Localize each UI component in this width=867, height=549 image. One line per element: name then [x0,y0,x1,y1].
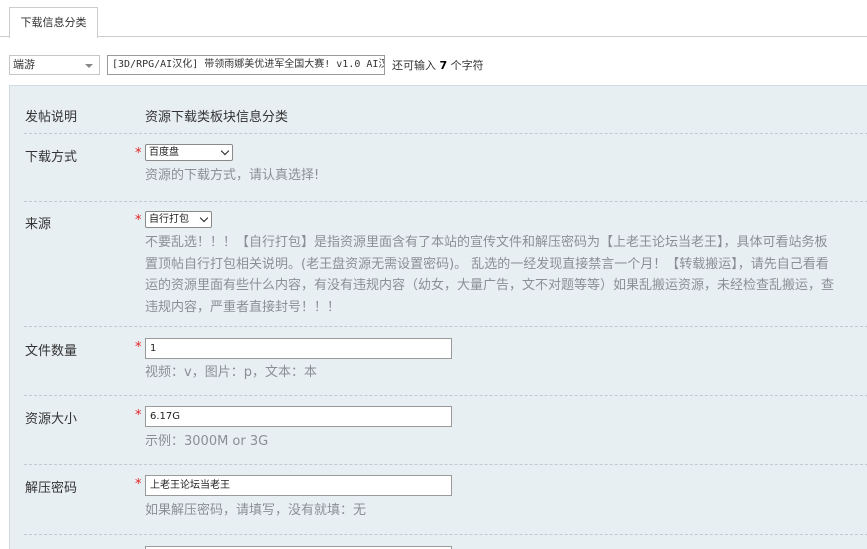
form-row-source: 来源 * 自行打包 不要乱选！！！【自行打包】是指资源里面含有了本站的宣传文件和… [24,202,867,327]
tab-bar: 下载信息分类 [0,0,867,38]
resource-size-hint: 示例：3000M or 3G [145,434,269,449]
source-select[interactable]: 自行打包 [145,211,212,228]
download-method-select[interactable]: 百度盘 [145,144,233,161]
required-mark: * [135,146,142,161]
char-count-number: 7 [439,59,448,72]
source-hint-line: 运的资源里面有些什么内容，有没有违规内容（幼女，大量广告，文不对题等等）如果乱搬… [145,278,835,293]
unzip-password-label: 解压密码 [25,481,78,496]
file-count-input[interactable]: 1 [145,338,452,359]
resource-size-input[interactable]: 6.17G [145,406,452,427]
unzip-password-input[interactable]: 上老王论坛当老王 [145,475,452,496]
source-hint-line: 不要乱选！！！【自行打包】是指资源里面含有了本站的宣传文件和解压密码为【上老王论… [145,235,828,250]
thread-title-input[interactable]: [3D/RPG/AI汉化] 带领雨娜美优进军全国大赛! v1.0 AI汉 [107,55,385,75]
intro-text: 资源下载类板块信息分类 [145,110,289,125]
form-row-file-count: 文件数量 * 1 视频：v，图片：p，文本：本 [24,327,867,396]
source-hint-line: 置顶帖自行打包相关说明。(老王盘资源无需设置密码)。 乱选的一经发现直接禁言一个… [145,256,829,272]
download-method-label: 下载方式 [25,150,78,165]
form-row-download-method: 下载方式 * 百度盘 资源的下载方式，请认真选择! [24,134,867,202]
form-row-unzip-password: 解压密码 * 上老王论坛当老王 如果解压密码，请填写，没有就填：无 [24,465,867,535]
file-count-hint: 视频：v，图片：p，文本：本 [145,365,317,380]
required-mark: * [135,213,142,228]
char-count-hint: 还可输入 7 个字符 [392,57,484,73]
char-count-prefix: 还可输入 [392,59,436,72]
form-row-intro: 发帖说明 资源下载类板块信息分类 [24,86,867,134]
download-method-hint: 资源的下载方式，请认真选择! [145,168,320,183]
required-mark: * [135,340,142,355]
chevron-down-icon [85,64,93,68]
tab-download-info[interactable]: 下载信息分类 [9,7,98,38]
required-mark: * [135,408,142,423]
resource-size-label: 资源大小 [25,412,78,427]
source-value: 自行打包 [149,214,189,225]
info-form-panel: 发帖说明 资源下载类板块信息分类 下载方式 * 百度盘 资源的下载方式，请认真选… [9,85,867,549]
char-count-suffix: 个字符 [450,59,484,72]
file-count-label: 文件数量 [25,344,78,359]
thread-type-select[interactable]: 端游 [9,55,100,75]
download-method-value: 百度盘 [149,147,179,158]
required-mark: * [135,477,142,492]
intro-label: 发帖说明 [25,110,78,125]
unzip-password-hint: 如果解压密码，请填写，没有就填：无 [145,503,367,518]
thread-type-value: 端游 [13,58,35,71]
chevron-down-icon [220,146,230,156]
source-label: 来源 [25,217,52,232]
title-row: 端游 [3D/RPG/AI汉化] 带领雨娜美优进军全国大赛! v1.0 AI汉 … [0,53,867,77]
chevron-down-icon [199,213,209,223]
form-row-resource-size: 资源大小 * 6.17G 示例：3000M or 3G [24,396,867,465]
source-hint-line: 违规内容，严重者直接封号！！！ [145,299,341,315]
